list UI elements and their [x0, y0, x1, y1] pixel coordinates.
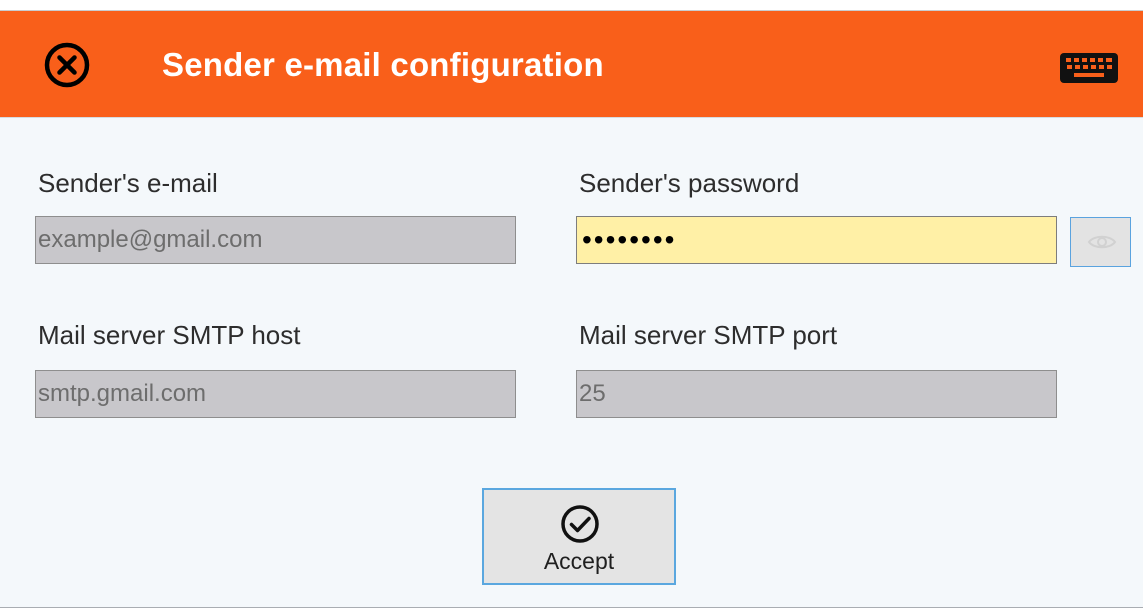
- dialog-header: Sender e-mail configuration: [0, 11, 1143, 118]
- smtp-port-field[interactable]: 25: [576, 370, 1057, 418]
- keyboard-icon: [1060, 53, 1118, 83]
- accept-label: Accept: [543, 548, 615, 574]
- smtp-host-label: Mail server SMTP host: [38, 320, 301, 350]
- smtp-port-label: Mail server SMTP port: [579, 320, 838, 350]
- email-config-dialog: Sender e-mail configuration Sender's e-m…: [0, 10, 1143, 608]
- dialog-title: Sender e-mail configuration: [162, 46, 604, 83]
- sender-password-field[interactable]: ••••••••: [576, 216, 1057, 264]
- sender-email-field[interactable]: example@gmail.com: [35, 216, 516, 264]
- sender-password-label: Sender's password: [579, 168, 800, 198]
- checkmark-circle-icon: [561, 505, 599, 543]
- accept-button[interactable]: Accept: [482, 488, 676, 585]
- keyboard-button[interactable]: [1058, 50, 1122, 86]
- sender-email-label: Sender's e-mail: [38, 168, 218, 198]
- show-password-button[interactable]: [1070, 217, 1131, 267]
- eye-icon: [1087, 235, 1117, 249]
- close-button[interactable]: [42, 40, 92, 90]
- smtp-host-field[interactable]: smtp.gmail.com: [35, 370, 516, 418]
- close-circle-icon: [44, 42, 90, 88]
